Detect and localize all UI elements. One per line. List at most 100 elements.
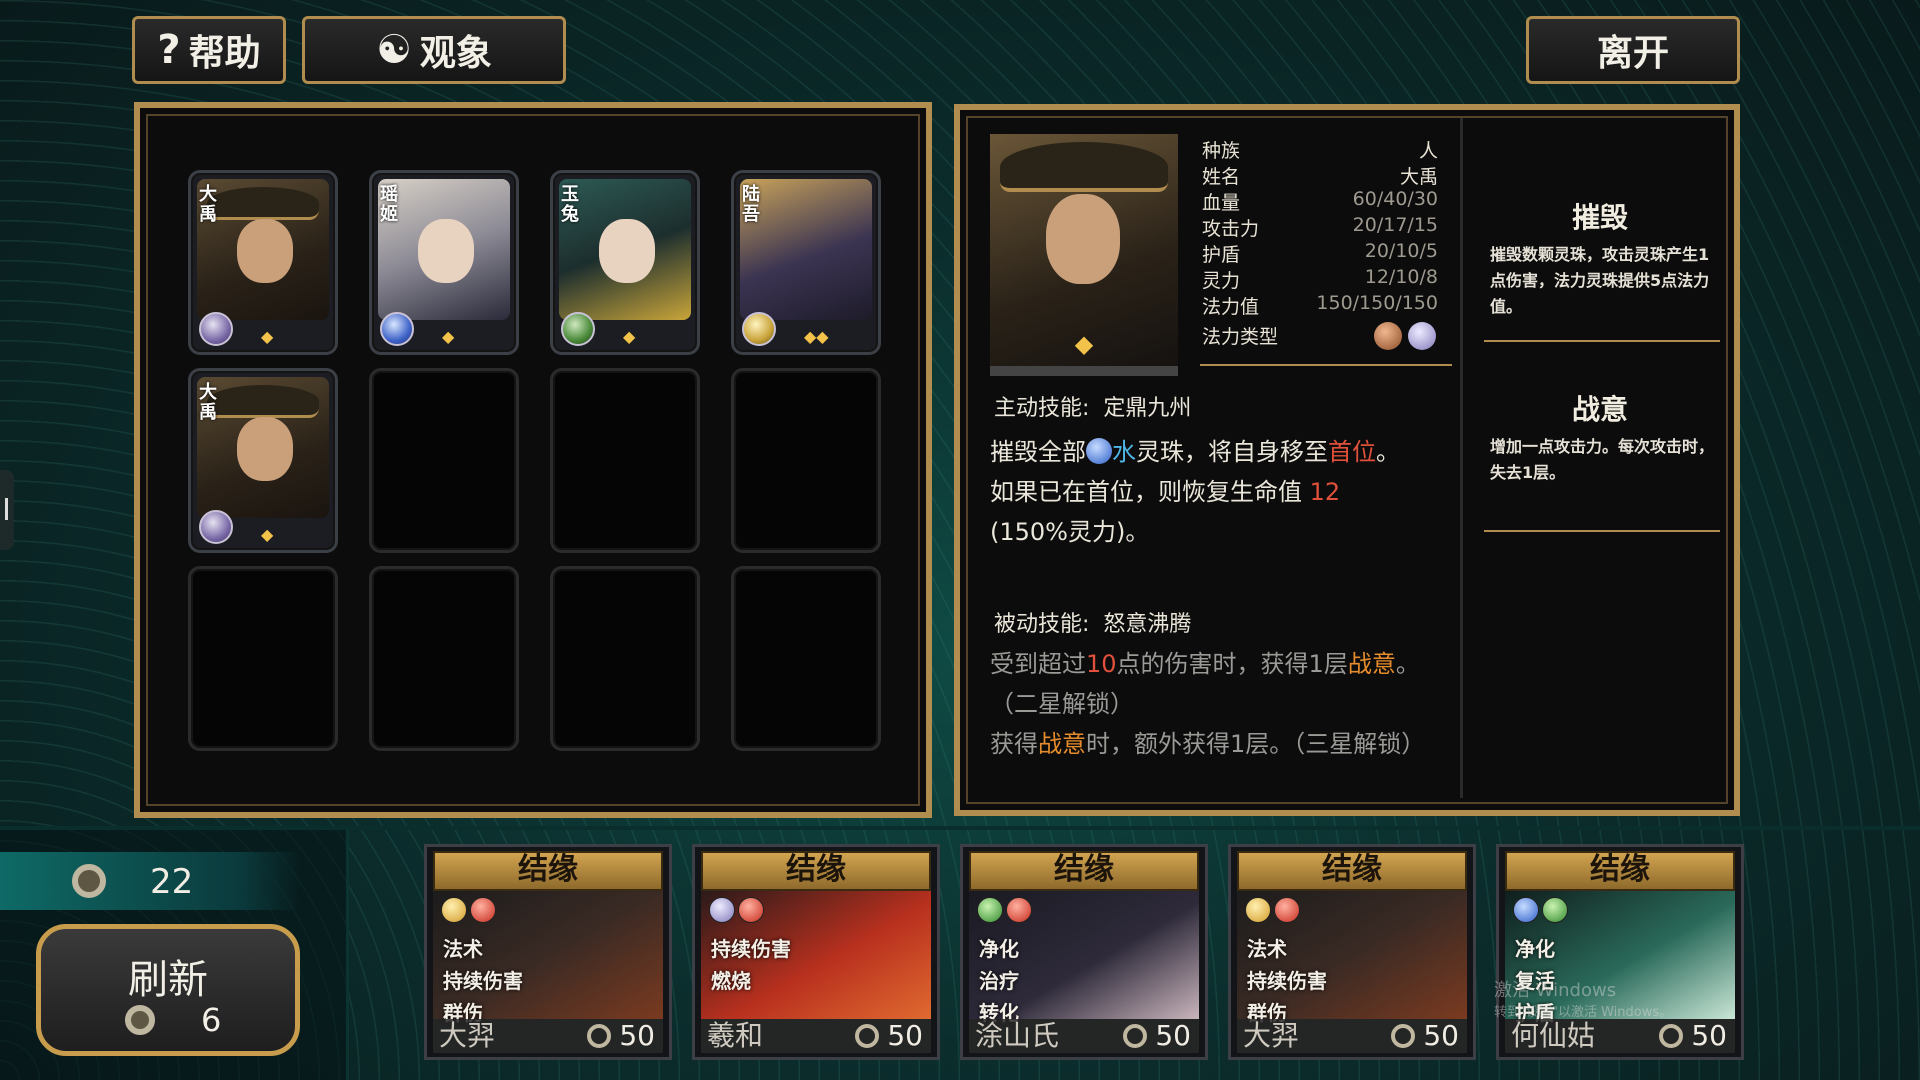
price: 50 <box>1691 1019 1727 1052</box>
bond-header: 结缘 <box>1237 851 1467 891</box>
leave-button[interactable]: 离开 <box>1526 16 1740 84</box>
star-rank: ◆ <box>261 525 274 544</box>
bond-header: 结缘 <box>969 851 1199 891</box>
shop-card-1[interactable]: 结缘 法术 持续伤害 群伤 大羿 50 <box>424 844 672 1060</box>
keyword-text-destroy: 摧毁数颗灵珠，攻击灵珠产生1点伤害，法力灵珠提供5点法力值。 <box>1490 245 1710 316</box>
roster-slot-3[interactable]: 玉兔 ◆ <box>550 170 700 355</box>
mana-orb-icon <box>199 510 233 544</box>
spirit-mana-icon <box>1408 322 1436 350</box>
currency-bar: 22 <box>0 852 300 910</box>
water-orb-icon <box>1086 438 1112 464</box>
keyword-divider <box>1484 340 1720 342</box>
keyword-text-rage: 增加一点攻击力。每次攻击时，失去1层。 <box>1490 437 1715 482</box>
roster-slot-empty[interactable] <box>731 566 881 751</box>
gold-orb-icon <box>1245 897 1271 923</box>
red-orb-icon <box>738 897 764 923</box>
question-mark-icon: ? <box>157 27 181 73</box>
roster-slot-2[interactable]: 瑶姬 ◆ <box>369 170 519 355</box>
shop-card-3[interactable]: 结缘 净化 治疗 转化 涂山氏 50 <box>960 844 1208 1060</box>
star-rank: ◆ <box>442 327 455 346</box>
yin-yang-icon: ☯ <box>376 27 412 73</box>
help-button[interactable]: ? 帮助 <box>132 16 286 84</box>
green-orb-icon <box>977 897 1003 923</box>
stat-mana-type: 法力类型 <box>1202 322 1438 354</box>
shop-card-5[interactable]: 结缘 净化 复活 护盾 何仙姑 50 <box>1496 844 1744 1060</box>
roster-slot-empty[interactable] <box>731 368 881 553</box>
roster-slot-empty[interactable] <box>369 368 519 553</box>
coin-icon <box>855 1024 879 1048</box>
hero-tags: 持续伤害 燃烧 <box>711 937 791 993</box>
passive-skill-description: 受到超过10点的伤害时，获得1层战意。 （二星解锁） 获得战意时，额外获得1层。… <box>990 650 1426 758</box>
star-rank: ◆ <box>623 327 636 346</box>
observe-label: 观象 <box>419 33 492 74</box>
roster-slot-empty[interactable] <box>369 566 519 751</box>
bond-header: 结缘 <box>701 851 931 891</box>
stat-name: 姓名 大禹 <box>1202 166 1438 188</box>
leave-label: 离开 <box>1596 33 1669 74</box>
fire-mana-icon <box>1374 322 1402 350</box>
panel-divider <box>1460 118 1463 798</box>
mana-orb-icon <box>199 312 233 346</box>
refresh-button[interactable]: 刷新 6 <box>36 924 300 1056</box>
hero-name: 玉兔 <box>561 184 579 225</box>
coin-icon <box>72 864 106 898</box>
gold-orb-icon <box>441 897 467 923</box>
stat-race: 种族人 <box>1202 140 1438 162</box>
observe-button[interactable]: ☯ 观象 <box>302 16 566 84</box>
mana-orb-icon <box>380 312 414 346</box>
red-orb-icon <box>1274 897 1300 923</box>
coin-icon <box>125 1005 155 1035</box>
shop-divider <box>346 830 349 1080</box>
roster-slot-empty[interactable] <box>550 566 700 751</box>
bond-header: 结缘 <box>1505 851 1735 891</box>
stat-mana: 法力值 150/150/150 <box>1202 292 1438 318</box>
stat-spirit: 灵力 12/10/8 <box>1202 266 1438 292</box>
hero-name: 大羿 <box>439 1019 496 1052</box>
hero-name: 大禹 <box>199 184 217 225</box>
detail-portrait: ◆ <box>990 134 1178 376</box>
price: 50 <box>1423 1019 1459 1052</box>
keyword-divider <box>1484 530 1720 532</box>
side-handle[interactable] <box>0 470 14 550</box>
refresh-cost: 6 <box>201 1001 222 1039</box>
roster-slot-empty[interactable] <box>550 368 700 553</box>
blue-orb-icon <box>1513 897 1539 923</box>
coin-icon <box>1659 1024 1683 1048</box>
red-orb-icon <box>470 897 496 923</box>
red-orb-icon <box>1006 897 1032 923</box>
windows-watermark: 激活 Windows 转到"设置"以激活 Windows。 <box>1494 980 1673 1020</box>
detail-star-rank: ◆ <box>1074 330 1094 358</box>
shop-card-4[interactable]: 结缘 法术 持续伤害 群伤 大羿 50 <box>1228 844 1476 1060</box>
refresh-label: 刷新 <box>128 957 208 1003</box>
purple-orb-icon <box>709 897 735 923</box>
hero-name: 大禹 <box>199 382 217 423</box>
hero-name: 瑶姬 <box>380 184 398 225</box>
price: 50 <box>619 1019 655 1052</box>
roster-slot-1[interactable]: 大禹 ◆ <box>188 170 338 355</box>
coin-icon <box>1123 1024 1147 1048</box>
help-label: 帮助 <box>188 33 261 74</box>
mana-orb-icon <box>561 312 595 346</box>
keyword-title-destroy: 摧毁 <box>1571 201 1628 234</box>
roster-slot-5[interactable]: 大禹 ◆ <box>188 368 338 553</box>
price: 50 <box>1155 1019 1191 1052</box>
bond-header: 结缘 <box>433 851 663 891</box>
roster-slot-empty[interactable] <box>188 566 338 751</box>
stats-divider <box>1200 364 1452 366</box>
hero-name: 陆吾 <box>742 184 760 225</box>
hero-name: 涂山氏 <box>975 1019 1060 1052</box>
price: 50 <box>887 1019 923 1052</box>
star-rank: ◆ <box>261 327 274 346</box>
roster-slot-4[interactable]: 陆吾 ◆◆ <box>731 170 881 355</box>
hero-name: 何仙姑 <box>1511 1019 1596 1052</box>
stat-attack: 攻击力 20/17/15 <box>1202 214 1438 240</box>
hero-name: 羲和 <box>707 1019 764 1052</box>
stat-shield: 护盾 20/10/5 <box>1202 240 1438 266</box>
hero-name: 大羿 <box>1243 1019 1300 1052</box>
shop-card-2[interactable]: 结缘 持续伤害 燃烧 羲和 50 <box>692 844 940 1060</box>
green-orb-icon <box>1542 897 1568 923</box>
stat-hp: 血量 60/40/30 <box>1202 188 1438 214</box>
hero-tags: 净化 治疗 转化 <box>979 937 1019 1025</box>
keyword-title-rage: 战意 <box>1571 393 1628 426</box>
active-skill-header: 主动技能: 定鼎九州 <box>994 396 1192 421</box>
